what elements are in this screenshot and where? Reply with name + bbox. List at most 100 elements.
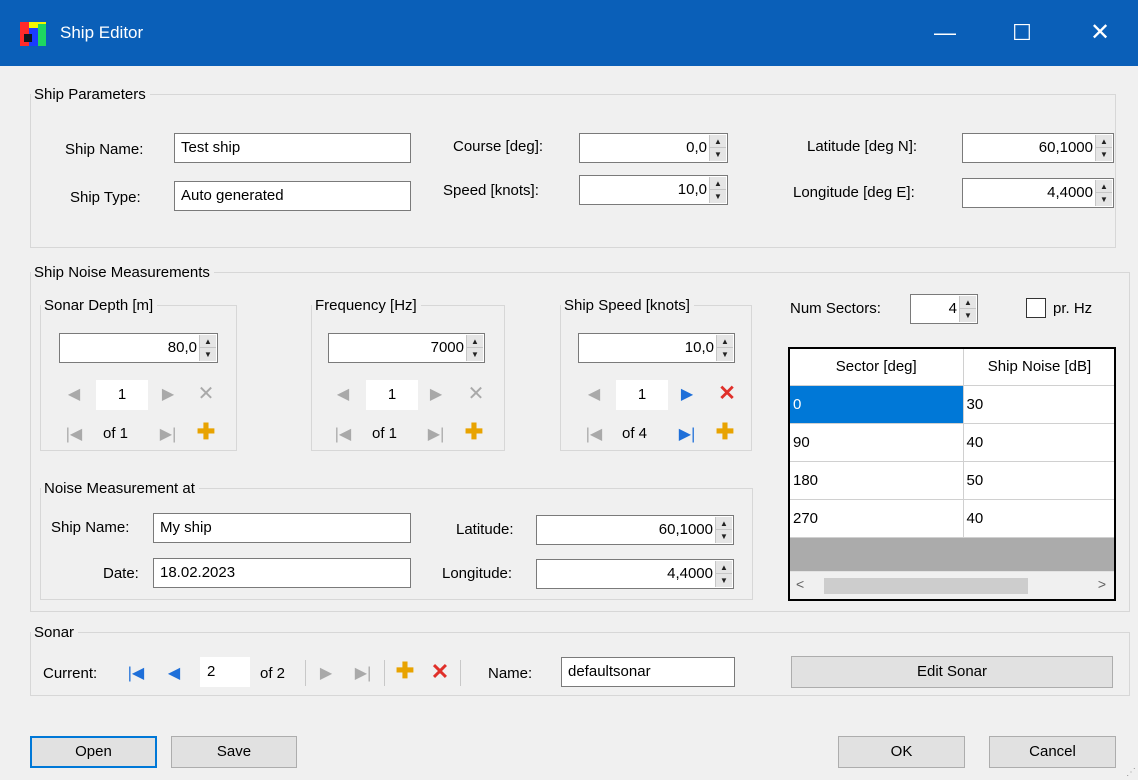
sonar-name-input[interactable]: defaultsonar [561, 657, 735, 687]
add-icon[interactable]: ✚ [196, 421, 216, 443]
spin-down-icon[interactable]: ▼ [960, 309, 976, 322]
prev-icon[interactable]: ◀ [584, 385, 604, 405]
latitude-spin[interactable]: ▲ ▼ [1095, 135, 1112, 161]
spin-down-icon[interactable]: ▼ [1096, 148, 1112, 161]
measurement-ship-name-input[interactable]: My ship [153, 513, 411, 543]
close-button[interactable]: ✕ [1071, 0, 1129, 66]
sonar-depth-spin[interactable]: ▲ ▼ [199, 335, 216, 361]
spin-up-icon[interactable]: ▲ [710, 135, 726, 148]
scroll-left-icon[interactable]: < [796, 576, 804, 592]
column-header-sector[interactable]: Sector [deg] [790, 349, 964, 386]
open-button[interactable]: Open [30, 736, 157, 768]
spin-down-icon[interactable]: ▼ [467, 348, 483, 361]
longitude-spin[interactable]: ▲ ▼ [1095, 180, 1112, 206]
table-cell[interactable]: 40 [963, 499, 1114, 538]
save-button[interactable]: Save [171, 736, 297, 768]
delete-icon[interactable]: ✕ [466, 384, 486, 404]
prev-icon[interactable]: ◀ [333, 385, 353, 405]
num-sectors-stepper[interactable]: 4 ▲ ▼ [910, 294, 978, 324]
spin-up-icon[interactable]: ▲ [467, 335, 483, 348]
measurement-latitude-spin[interactable]: ▲ ▼ [715, 517, 732, 543]
speed-stepper[interactable]: 10,0 ▲ ▼ [579, 175, 728, 205]
date-input[interactable]: 18.02.2023 [153, 558, 411, 588]
table-row[interactable]: 270 40 [790, 499, 1114, 538]
table-cell[interactable]: 40 [963, 423, 1114, 462]
frequency-spin[interactable]: ▲ ▼ [466, 335, 483, 361]
ship-speed-stepper[interactable]: 10,0 ▲ ▼ [578, 333, 735, 363]
spin-up-icon[interactable]: ▲ [716, 517, 732, 530]
delete-icon[interactable]: ✕ [717, 383, 737, 404]
spin-up-icon[interactable]: ▲ [1096, 135, 1112, 148]
table-cell[interactable]: 0 [790, 385, 964, 424]
table-cell[interactable]: 30 [963, 385, 1114, 424]
prev-icon[interactable]: ◀ [64, 385, 84, 405]
first-icon[interactable]: |◀ [584, 425, 604, 445]
spin-up-icon[interactable]: ▲ [710, 177, 726, 190]
spin-down-icon[interactable]: ▼ [710, 148, 726, 161]
table-cell[interactable]: 90 [790, 423, 964, 462]
spin-up-icon[interactable]: ▲ [1096, 180, 1112, 193]
measurement-longitude-stepper[interactable]: 4,4000 ▲ ▼ [536, 559, 734, 589]
minimize-button[interactable]: — [916, 0, 974, 66]
last-icon[interactable]: ▶| [353, 664, 373, 684]
add-icon[interactable]: ✚ [395, 660, 415, 682]
prev-icon[interactable]: ◀ [164, 664, 184, 684]
spin-up-icon[interactable]: ▲ [200, 335, 216, 348]
title-bar[interactable]: Ship Editor — ☐ ✕ [0, 0, 1138, 66]
next-icon[interactable]: ▶ [677, 385, 697, 405]
delete-icon[interactable]: ✕ [196, 384, 216, 404]
scroll-right-icon[interactable]: > [1098, 576, 1106, 592]
measurement-longitude-spin[interactable]: ▲ ▼ [715, 561, 732, 587]
next-icon[interactable]: ▶ [426, 385, 446, 405]
next-icon[interactable]: ▶ [316, 664, 336, 684]
spin-up-icon[interactable]: ▲ [716, 561, 732, 574]
spin-down-icon[interactable]: ▼ [200, 348, 216, 361]
sonar-position[interactable]: 2 [200, 657, 250, 687]
latitude-stepper[interactable]: 60,1000 ▲ ▼ [962, 133, 1114, 163]
column-header-ship-noise[interactable]: Ship Noise [dB] [963, 349, 1114, 386]
table-row[interactable]: 180 50 [790, 461, 1114, 500]
ship-speed-position[interactable]: 1 [616, 380, 668, 410]
table-cell[interactable]: 50 [963, 461, 1114, 500]
first-icon[interactable]: |◀ [126, 664, 146, 684]
num-sectors-spin[interactable]: ▲ ▼ [959, 296, 976, 322]
ok-button[interactable]: OK [838, 736, 965, 768]
sonar-depth-position[interactable]: 1 [96, 380, 148, 410]
pr-hz-checkbox[interactable] [1026, 298, 1046, 318]
resize-grip-icon[interactable]: ⋰ [1126, 767, 1136, 778]
sonar-depth-stepper[interactable]: 80,0 ▲ ▼ [59, 333, 218, 363]
spin-down-icon[interactable]: ▼ [717, 348, 733, 361]
edit-sonar-button[interactable]: Edit Sonar [791, 656, 1113, 688]
ship-speed-spin[interactable]: ▲ ▼ [716, 335, 733, 361]
table-row[interactable]: 90 40 [790, 423, 1114, 462]
ship-type-input[interactable]: Auto generated [174, 181, 411, 211]
course-stepper[interactable]: 0,0 ▲ ▼ [579, 133, 728, 163]
spin-down-icon[interactable]: ▼ [1096, 193, 1112, 206]
spin-down-icon[interactable]: ▼ [716, 574, 732, 587]
last-icon[interactable]: ▶| [158, 425, 178, 445]
cancel-button[interactable]: Cancel [989, 736, 1116, 768]
table-cell[interactable]: 180 [790, 461, 964, 500]
first-icon[interactable]: |◀ [333, 425, 353, 445]
horizontal-scrollbar[interactable]: < > [790, 571, 1114, 599]
spin-up-icon[interactable]: ▲ [717, 335, 733, 348]
course-spin[interactable]: ▲ ▼ [709, 135, 726, 161]
spin-down-icon[interactable]: ▼ [716, 530, 732, 543]
table-row[interactable]: 0 30 [790, 385, 1114, 424]
next-icon[interactable]: ▶ [158, 385, 178, 405]
ship-name-input[interactable]: Test ship [174, 133, 411, 163]
maximize-button[interactable]: ☐ [993, 0, 1051, 66]
table-cell[interactable]: 270 [790, 499, 964, 538]
longitude-stepper[interactable]: 4,4000 ▲ ▼ [962, 178, 1114, 208]
frequency-position[interactable]: 1 [366, 380, 418, 410]
speed-spin[interactable]: ▲ ▼ [709, 177, 726, 203]
scrollbar-thumb[interactable] [824, 578, 1028, 594]
add-icon[interactable]: ✚ [715, 421, 735, 443]
last-icon[interactable]: ▶| [677, 425, 697, 445]
add-icon[interactable]: ✚ [464, 421, 484, 443]
first-icon[interactable]: |◀ [64, 425, 84, 445]
frequency-stepper[interactable]: 7000 ▲ ▼ [328, 333, 485, 363]
spin-up-icon[interactable]: ▲ [960, 296, 976, 309]
delete-icon[interactable]: ✕ [430, 661, 450, 683]
last-icon[interactable]: ▶| [426, 425, 446, 445]
